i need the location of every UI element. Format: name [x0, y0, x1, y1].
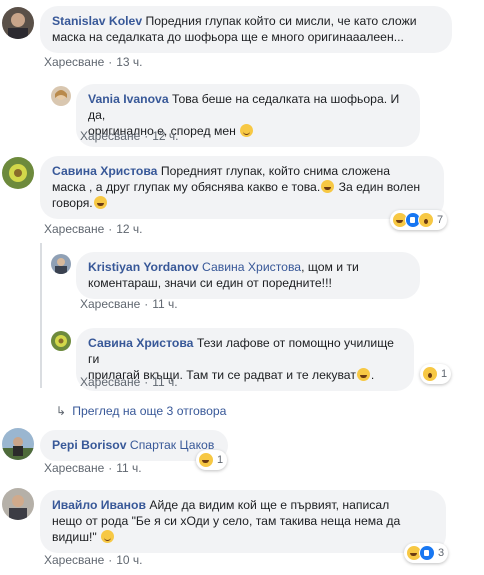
like-link[interactable]: Харесване — [80, 297, 140, 311]
comment-meta: Харесване · 10 ч. — [44, 553, 143, 567]
mention-link[interactable]: Савина Христова — [202, 260, 301, 274]
laughing-emoji-icon — [93, 196, 107, 209]
comment-text: Поредният глупак, който снима сложена — [160, 164, 391, 178]
comment-text: Поредния глупак който си мисли, че като … — [145, 14, 417, 28]
reply-bubble: Kristiyan Yordanov Савина Христова, щом … — [76, 252, 420, 299]
haha-reaction-icon — [198, 452, 214, 468]
comment-text: видиш!" — [52, 530, 97, 544]
comment-text: говоря. — [52, 196, 93, 210]
reaction-count: 3 — [438, 547, 445, 559]
smile-emoji-icon — [240, 124, 254, 137]
like-link[interactable]: Харесване — [80, 375, 140, 389]
reactions-badge[interactable]: 3 — [404, 543, 449, 563]
reaction-count: 1 — [441, 368, 448, 380]
more-replies-label: Преглед на още 3 отговора — [72, 404, 227, 418]
wow-reaction-icon — [418, 212, 434, 228]
comment-meta: Харесване · 12 ч. — [44, 222, 143, 236]
comment-author[interactable]: Савина Христова — [52, 164, 157, 178]
timestamp[interactable]: 11 ч. — [152, 297, 177, 311]
comment-bubble: Ивайло Иванов Айде да видим кой ще е пър… — [40, 490, 446, 553]
comment-text: маска , а друг глупак му обяснява какво … — [52, 180, 321, 194]
reply-arrow-icon: ↳ — [56, 404, 67, 418]
reactions-badge[interactable]: 1 — [196, 450, 228, 470]
comment-author[interactable]: Савина Христова — [88, 336, 193, 350]
avatar[interactable] — [2, 428, 34, 460]
like-link[interactable]: Харесване — [80, 129, 140, 143]
laughing-emoji-icon — [321, 180, 335, 193]
like-link[interactable]: Харесване — [44, 553, 104, 567]
like-reaction-icon — [419, 545, 435, 561]
reaction-count: 1 — [217, 454, 224, 466]
thread-line — [40, 243, 42, 388]
reactions-badge[interactable]: 7 — [390, 210, 448, 230]
like-link[interactable]: Харесване — [44, 222, 104, 236]
reactions-badge[interactable]: 1 — [420, 364, 452, 384]
comment-author[interactable]: Vania Ivanova — [88, 92, 169, 106]
comment-meta: Харесване · 12 ч. — [80, 129, 179, 143]
reaction-count: 7 — [437, 214, 444, 226]
like-link[interactable]: Харесване — [44, 55, 104, 69]
comment-text: , щом и ти — [301, 260, 359, 274]
avatar[interactable] — [51, 331, 71, 351]
comment-text: Айде да видим кой ще е първият, написал — [149, 498, 390, 512]
comment-author[interactable]: Stanislav Kolev — [52, 14, 142, 28]
timestamp[interactable]: 11 ч. — [116, 461, 141, 475]
avatar[interactable] — [2, 488, 34, 520]
comment-bubble: Stanislav Kolev Поредния глупак който си… — [40, 6, 452, 53]
timestamp[interactable]: 10 ч. — [116, 553, 142, 567]
comment-meta: Харесване · 11 ч. — [44, 461, 142, 475]
timestamp[interactable]: 11 ч. — [152, 375, 177, 389]
comment-text: маска на седалката до шофьора ще е много… — [52, 30, 404, 44]
comment-meta: Харесване · 11 ч. — [80, 375, 178, 389]
avatar[interactable] — [2, 157, 34, 189]
timestamp[interactable]: 13 ч. — [116, 55, 142, 69]
comment-meta: Харесване · 11 ч. — [80, 297, 178, 311]
timestamp[interactable]: 12 ч. — [152, 129, 178, 143]
comment-meta: Харесване · 13 ч. — [44, 55, 143, 69]
laughing-emoji-icon — [356, 368, 370, 381]
avatar[interactable] — [51, 254, 71, 274]
timestamp[interactable]: 12 ч. — [116, 222, 142, 236]
smile-emoji-icon — [101, 530, 115, 543]
comment-text: За един волен — [338, 180, 421, 194]
like-link[interactable]: Харесване — [44, 461, 104, 475]
view-more-replies-link[interactable]: ↳ Преглед на още 3 отговора — [56, 404, 226, 418]
comment-author[interactable]: Pepi Borisov — [52, 438, 127, 452]
comment-author[interactable]: Kristiyan Yordanov — [88, 260, 199, 274]
comment-bubble: Савина Христова Поредният глупак, който … — [40, 156, 444, 219]
avatar[interactable] — [2, 7, 34, 39]
comment-author[interactable]: Ивайло Иванов — [52, 498, 146, 512]
comment-text: нещо от рода "Бе я си хОди у село, там т… — [52, 514, 401, 528]
wow-reaction-icon — [422, 366, 438, 382]
avatar[interactable] — [51, 86, 71, 106]
comment-text: коментараш, значи си един от поредните!!… — [88, 276, 332, 290]
